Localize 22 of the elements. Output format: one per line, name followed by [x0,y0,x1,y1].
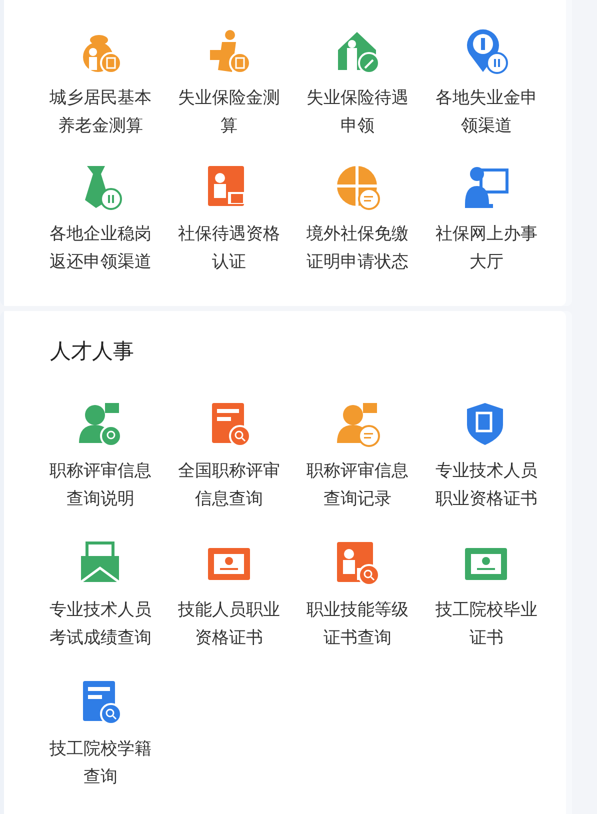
service-label[interactable]: 职业技能等级证书查询 [305,596,410,652]
service-label[interactable]: 社保待遇资格认证 [176,220,282,276]
service-label[interactable]: 专业技术人员考试成绩查询 [48,596,154,652]
service-label[interactable]: 职称评审信息查询说明 [48,457,154,513]
service-label[interactable]: 全国职称评审信息查询 [176,457,282,513]
service-icon[interactable] [334,540,381,586]
service-label[interactable]: 技能人员职业资格证书 [176,596,282,652]
service-label[interactable]: 失业保险待遇申领 [305,84,410,140]
service-label[interactable]: 各地失业金申领渠道 [434,84,540,140]
service-label[interactable]: 境外社保免缴证明申请状态 [305,220,410,276]
service-label[interactable]: 社保网上办事大厅 [434,220,540,276]
service-label[interactable]: 职称评审信息查询记录 [305,457,410,513]
service-label[interactable]: 各地企业稳岗返还申领渠道 [48,220,154,276]
service-label[interactable]: 技工院校毕业证书 [434,596,540,652]
service-icon[interactable] [334,401,381,447]
service-label[interactable]: 城乡居民基本养老金测算 [48,84,154,140]
service-label[interactable]: 专业技术人员职业资格证书 [434,457,540,513]
service-label[interactable]: 技工院校学籍查询 [48,735,154,791]
service-label[interactable]: 失业保险金测算 [176,84,282,140]
service-icon[interactable] [334,164,381,210]
section-title: 人才人事 [50,338,135,365]
service-icon[interactable] [463,164,510,210]
